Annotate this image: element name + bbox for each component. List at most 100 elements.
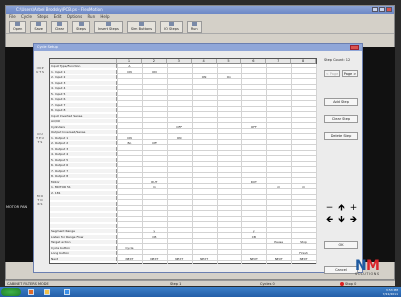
grid-cell[interactable] [241, 158, 266, 162]
grid-cell[interactable] [266, 235, 291, 239]
plus-icon[interactable]: + [348, 203, 359, 214]
grid-cell[interactable] [142, 130, 167, 134]
toolbar-open-button[interactable]: Open [9, 20, 27, 33]
grid-cell[interactable] [266, 114, 291, 118]
grid-cell[interactable] [266, 224, 291, 228]
taskbar-folder-icon[interactable] [44, 289, 50, 295]
grid-cell[interactable] [117, 240, 142, 244]
grid-cell[interactable] [266, 158, 291, 162]
add-step-button[interactable]: Add Step [324, 98, 358, 106]
grid-cell[interactable] [167, 235, 192, 239]
grid-cell[interactable] [266, 103, 291, 107]
grid-cell[interactable] [192, 174, 217, 178]
grid-cell[interactable] [142, 218, 167, 222]
grid-cell[interactable] [291, 70, 316, 74]
grid-cell[interactable] [241, 240, 266, 244]
grid-cell[interactable] [241, 81, 266, 85]
grid-cell[interactable] [192, 191, 217, 195]
grid-cell[interactable] [192, 218, 217, 222]
grid-cell[interactable] [142, 136, 167, 140]
grid-cell[interactable]: ON [117, 136, 142, 140]
toolbar-clear-button[interactable]: Clear [50, 20, 69, 33]
grid-cell[interactable] [217, 92, 242, 96]
grid-cell[interactable] [192, 125, 217, 129]
grid-cell[interactable] [142, 224, 167, 228]
grid-cell[interactable] [192, 86, 217, 90]
grid-cell[interactable]: Pause [266, 240, 291, 244]
grid-cell[interactable] [142, 158, 167, 162]
grid-cell[interactable] [291, 136, 316, 140]
grid-cell[interactable] [217, 141, 242, 145]
grid-cell[interactable] [142, 174, 167, 178]
grid-cell[interactable] [217, 130, 242, 134]
grid-cell[interactable] [142, 213, 167, 217]
grid-cell[interactable] [192, 108, 217, 112]
grid-cell[interactable] [142, 163, 167, 167]
grid-cell[interactable] [266, 251, 291, 255]
grid-cell[interactable] [291, 163, 316, 167]
grid-cell[interactable] [167, 229, 192, 233]
dialog-close-button[interactable] [350, 45, 359, 50]
grid-cell[interactable] [266, 169, 291, 173]
grid-cell[interactable] [217, 70, 242, 74]
grid-cell[interactable] [266, 75, 291, 79]
toolbar-save-button[interactable]: Save [30, 20, 47, 33]
arrow-left-icon[interactable]: 🡸 [324, 215, 335, 226]
grid-cell[interactable] [291, 108, 316, 112]
grid-cell[interactable] [291, 119, 316, 123]
grid-cell[interactable] [167, 92, 192, 96]
grid-cell[interactable] [167, 108, 192, 112]
grid-cell[interactable] [266, 147, 291, 151]
grid-cell[interactable] [266, 108, 291, 112]
grid-cell[interactable] [241, 97, 266, 101]
grid-cell[interactable] [142, 108, 167, 112]
grid-cell[interactable] [117, 114, 142, 118]
grid-cell[interactable] [192, 169, 217, 173]
grid-cell[interactable]: NEXT [266, 257, 291, 261]
grid-cell[interactable] [266, 130, 291, 134]
grid-cell[interactable]: ON [142, 70, 167, 74]
grid-cell[interactable] [117, 224, 142, 228]
grid-cell[interactable] [217, 218, 242, 222]
grid-cell[interactable] [142, 191, 167, 195]
grid-cell[interactable] [192, 152, 217, 156]
grid-cell[interactable] [167, 169, 192, 173]
grid-cell[interactable] [291, 64, 316, 68]
arrow-right-icon[interactable]: 🡺 [348, 215, 359, 226]
grid-cell[interactable] [291, 207, 316, 211]
menu-steps[interactable]: Steps [37, 14, 48, 19]
grid-cell[interactable] [217, 240, 242, 244]
grid-cell[interactable] [142, 103, 167, 107]
grid-cell[interactable] [117, 169, 142, 173]
toolbar-insert-steps-button[interactable]: Insert Steps [93, 20, 123, 33]
grid-cell[interactable]: OFF [167, 125, 192, 129]
grid-cell[interactable] [117, 152, 142, 156]
arrow-down-icon[interactable]: 🡻 [336, 215, 347, 226]
grid-cell[interactable] [241, 169, 266, 173]
grid-cell[interactable] [241, 191, 266, 195]
grid-cell[interactable]: ON [192, 75, 217, 79]
grid-cell[interactable] [217, 81, 242, 85]
grid-cell[interactable] [266, 152, 291, 156]
grid-cell[interactable] [291, 174, 316, 178]
grid-cell[interactable] [142, 92, 167, 96]
grid-cell[interactable] [266, 119, 291, 123]
grid-cell[interactable] [192, 196, 217, 200]
grid-cell[interactable] [217, 103, 242, 107]
grid-cell[interactable] [217, 257, 242, 261]
grid-cell[interactable] [266, 229, 291, 233]
grid-cell[interactable] [241, 75, 266, 79]
grid-cell[interactable] [217, 158, 242, 162]
grid-cell[interactable] [117, 163, 142, 167]
grid-cell[interactable] [266, 70, 291, 74]
minimize-button[interactable] [372, 7, 378, 12]
grid-cell[interactable] [117, 218, 142, 222]
grid-cell[interactable] [167, 103, 192, 107]
grid-cell[interactable] [192, 70, 217, 74]
grid-cell[interactable] [117, 207, 142, 211]
grid-cell[interactable] [291, 246, 316, 250]
grid-cell[interactable] [217, 125, 242, 129]
grid-cell[interactable] [142, 196, 167, 200]
grid-cell[interactable] [167, 224, 192, 228]
grid-cell[interactable] [142, 64, 167, 68]
